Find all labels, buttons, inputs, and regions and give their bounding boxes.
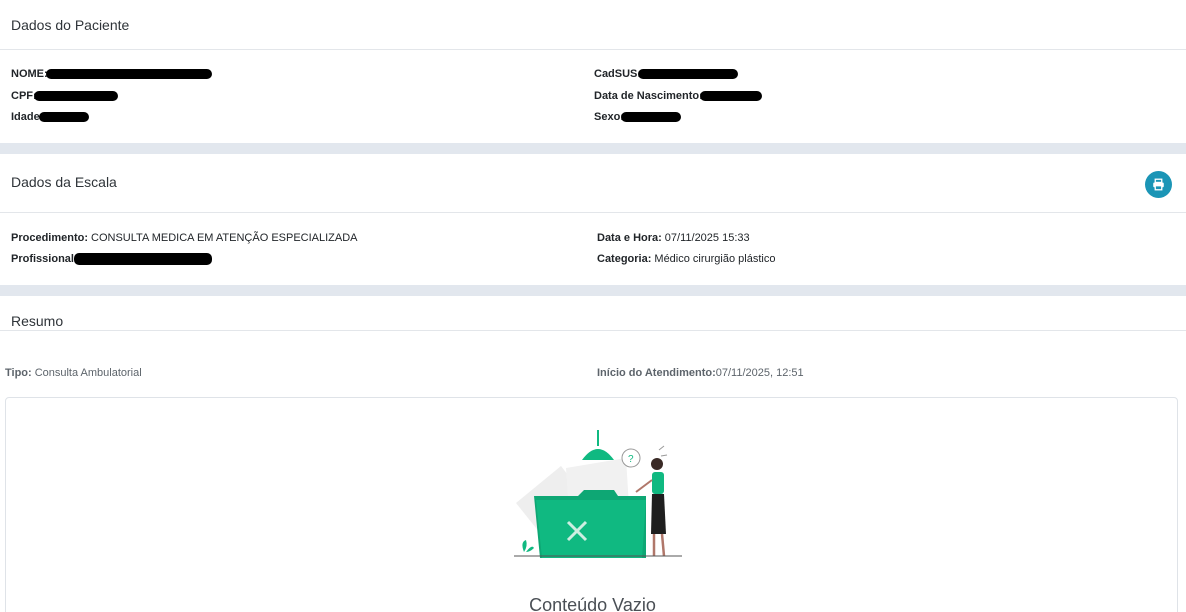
patient-idade-field: Idade: xyxy=(11,111,90,123)
empty-folder-illustration: ? xyxy=(514,430,682,558)
patient-card-title: Dados do Paciente xyxy=(11,17,130,33)
tipo-field: Tipo: Consulta Ambulatorial xyxy=(5,367,142,379)
redaction-bar xyxy=(45,69,212,79)
redaction-bar xyxy=(33,91,118,101)
patient-cpf-field: CPF: xyxy=(11,90,118,102)
profissional-label: Profissional: xyxy=(11,253,78,265)
patient-name-field: NOME: xyxy=(11,68,212,80)
patient-card: Dados do Paciente NOME: CPF: Idade: CadS… xyxy=(0,0,1186,143)
patient-nascimento-label: Data de Nascimento: xyxy=(594,90,703,102)
procedimento-label: Procedimento: xyxy=(11,232,89,244)
tipo-label: Tipo: xyxy=(5,367,32,379)
patient-card-header: Dados do Paciente xyxy=(0,0,1186,50)
escala-card-title: Dados da Escala xyxy=(11,174,117,190)
procedimento-value: CONSULTA MEDICA EM ATENÇÃO ESPECIALIZADA xyxy=(91,232,358,244)
patient-cadsus-label: CadSUS: xyxy=(594,68,642,80)
inicio-value: 07/11/2025, 12:51 xyxy=(715,367,804,379)
categoria-field: Categoria: Médico cirurgião plástico xyxy=(597,253,775,265)
print-button[interactable] xyxy=(1145,171,1172,198)
profissional-field: Profissional: xyxy=(11,253,212,265)
datahora-field: Data e Hora: 07/11/2025 15:33 xyxy=(597,232,750,244)
procedimento-field: Procedimento: CONSULTA MEDICA EM ATENÇÃO… xyxy=(11,232,358,244)
redaction-bar xyxy=(699,91,762,101)
escala-card-header: Dados da Escala xyxy=(0,154,1186,213)
redaction-bar xyxy=(73,253,212,265)
redaction-bar xyxy=(620,112,681,122)
patient-cadsus-field: CadSUS: xyxy=(594,68,739,80)
svg-text:?: ? xyxy=(628,454,634,465)
patient-sexo-field: Sexo: xyxy=(594,111,681,123)
patient-nascimento-field: Data de Nascimento: xyxy=(594,90,762,102)
inicio-field: Início do Atendimento: 07/11/2025, 12:51 xyxy=(597,367,804,379)
empty-state-panel: ? Conteúdo Vazio xyxy=(5,397,1178,612)
categoria-value: Médico cirurgião plástico xyxy=(654,253,776,265)
escala-card: Dados da Escala Procedimento: CONSULTA M… xyxy=(0,154,1186,285)
patient-name-label: NOME: xyxy=(11,68,48,80)
resumo-card-header: Resumo xyxy=(0,296,1186,331)
datahora-value: 07/11/2025 15:33 xyxy=(664,232,750,244)
inicio-label: Início do Atendimento: xyxy=(597,367,716,379)
redaction-bar xyxy=(638,69,739,79)
printer-icon xyxy=(1152,178,1165,191)
patient-sexo-label: Sexo: xyxy=(594,111,624,123)
resumo-card-title: Resumo xyxy=(11,313,64,329)
tipo-value: Consulta Ambulatorial xyxy=(34,367,142,379)
datahora-label: Data e Hora: xyxy=(597,232,662,244)
categoria-label: Categoria: xyxy=(597,253,652,265)
empty-state-text: Conteúdo Vazio xyxy=(529,595,656,612)
redaction-bar xyxy=(39,112,90,122)
patient-cpf-label: CPF: xyxy=(11,90,37,102)
